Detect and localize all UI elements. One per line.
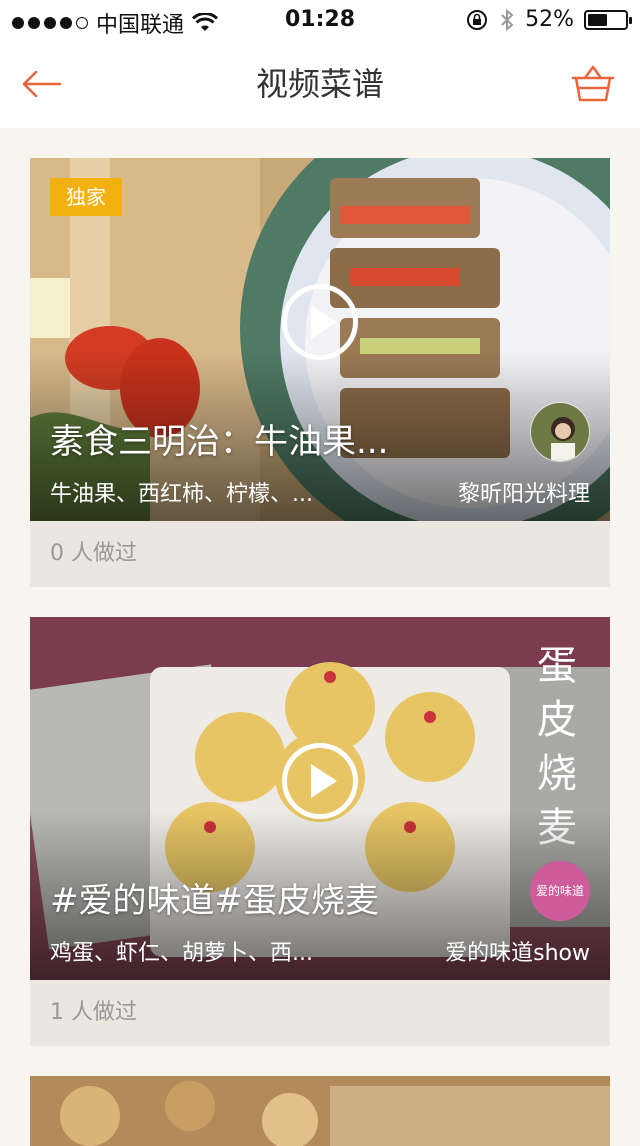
recipe-video-thumbnail[interactable]: 独家 素食三明治：牛油果... 牛油果、西红柿、柠檬、... 黎昕阳光料理 [30, 158, 610, 521]
recipe-author[interactable]: 黎昕阳光料理 [458, 476, 590, 508]
basket-icon[interactable] [570, 62, 616, 106]
recipe-video-thumbnail[interactable]: 蛋皮烧麦 #爱的味道#蛋皮烧麦 爱的味道 鸡蛋、虾仁、胡萝卜、西... 爱的味道… [30, 617, 610, 980]
play-icon [311, 764, 337, 798]
author-avatar[interactable] [530, 402, 590, 462]
play-button[interactable] [282, 284, 358, 360]
avatar-photo [531, 403, 589, 461]
play-button[interactable] [282, 743, 358, 819]
battery-percent: 52% [525, 7, 574, 32]
recipe-feed: 独家 素食三明治：牛油果... 牛油果、西红柿、柠檬、... 黎昕阳光料理 0 … [30, 158, 610, 1146]
rotation-lock-icon [467, 9, 488, 30]
nav-bar: 视频菜谱 [0, 40, 640, 128]
author-avatar[interactable]: 爱的味道 [530, 861, 590, 921]
recipe-card[interactable]: 蛋皮烧麦 #爱的味道#蛋皮烧麦 爱的味道 鸡蛋、虾仁、胡萝卜、西... 爱的味道… [30, 617, 610, 1046]
recipe-author[interactable]: 爱的味道show [445, 935, 590, 967]
recipe-ingredients: 鸡蛋、虾仁、胡萝卜、西... [50, 941, 313, 966]
cooked-count: 1 人做过 [50, 1000, 137, 1025]
recipe-ingredients: 牛油果、西红柿、柠檬、... [50, 482, 313, 507]
recipe-card[interactable]: 独家 素食三明治：牛油果... 牛油果、西红柿、柠檬、... 黎昕阳光料理 0 … [30, 158, 610, 587]
bluetooth-icon [501, 8, 514, 31]
battery-icon [584, 9, 632, 30]
recipe-title: #爱的味道#蛋皮烧麦 [50, 881, 379, 921]
recipe-title: 素食三明治：牛油果... [50, 422, 389, 462]
play-icon [311, 305, 337, 339]
status-right: 52% [465, 7, 632, 32]
cooked-count: 0 人做过 [50, 541, 137, 566]
status-bar: 中国联通 01:28 52% [0, 0, 640, 40]
exclusive-badge: 独家 [50, 178, 122, 216]
page-title: 视频菜谱 [255, 65, 384, 103]
